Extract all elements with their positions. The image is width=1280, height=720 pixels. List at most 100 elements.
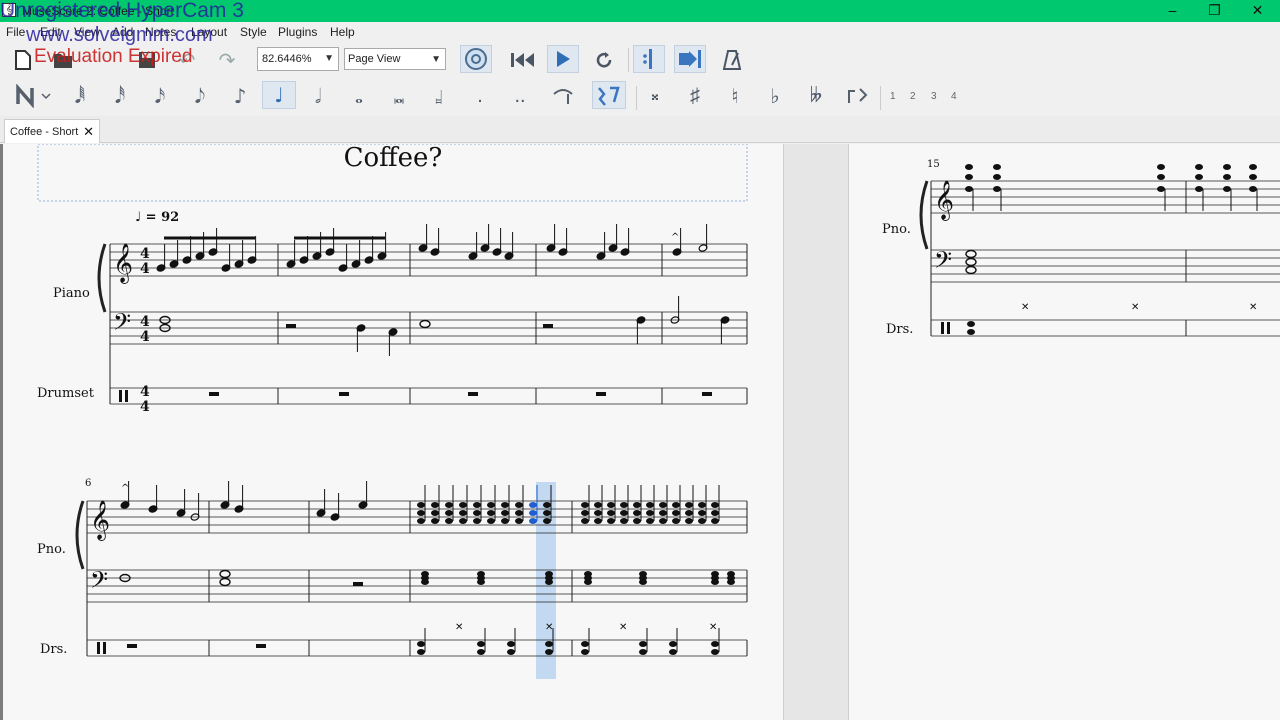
menu-plugins[interactable]: Plugins	[278, 25, 317, 39]
notehead	[965, 257, 977, 267]
chord-notehead	[487, 510, 495, 516]
time-signature-bottom: 4	[140, 329, 150, 345]
rest-icon[interactable]	[592, 81, 626, 109]
score-tab-bar: Coffee - Short ✕	[0, 116, 1280, 143]
chord-notehead	[515, 510, 523, 516]
menu-layout[interactable]: Layout	[191, 25, 227, 39]
chord-notehead	[545, 579, 553, 585]
chord-notehead	[607, 510, 615, 516]
duration-breve-icon[interactable]: 𝅜	[386, 82, 412, 110]
duration-eighth-icon[interactable]: 𝅘𝅥𝅮	[188, 82, 212, 110]
flat-icon[interactable]: ♭	[762, 82, 788, 110]
chord-notehead	[965, 164, 973, 170]
chevron-down-icon: ▼	[431, 54, 441, 65]
measure-rest	[468, 392, 478, 396]
tie-icon[interactable]	[550, 82, 576, 110]
chord-notehead	[607, 502, 615, 508]
sharp-icon[interactable]: ♯	[682, 82, 708, 110]
metronome-icon[interactable]	[718, 46, 746, 74]
loop-icon[interactable]	[590, 46, 618, 74]
zoom-select[interactable]: 82.6446% ▼	[257, 47, 339, 71]
duration-32nd-icon[interactable]: 𝅘𝅥𝅰	[108, 82, 132, 110]
play-button[interactable]	[547, 45, 579, 73]
mixer-icon[interactable]	[460, 45, 492, 73]
bass-clef: 𝄢	[113, 308, 131, 341]
double-flat-icon[interactable]: 𝄫	[802, 82, 830, 110]
instrument-short-piano: Pno.	[37, 542, 66, 557]
measure-rest	[353, 582, 363, 586]
duration-whole-icon[interactable]: 𝅝	[346, 82, 372, 110]
chord-notehead	[993, 186, 1001, 192]
measure-rest	[209, 392, 219, 396]
notehead	[419, 319, 431, 329]
voice-1-button[interactable]: 1	[890, 91, 896, 102]
score-page-1[interactable]: Coffee? ♩ = 92 Piano Drumset 𝄞 𝄢 4 4 4 4 4 4 ^ 6…	[3, 143, 783, 720]
close-tab-icon[interactable]: ✕	[83, 124, 94, 140]
tab-coffee-short[interactable]: Coffee - Short ✕	[4, 119, 100, 143]
new-file-icon[interactable]	[10, 46, 36, 74]
menu-edit[interactable]: Edit	[40, 25, 61, 39]
bass-clef: 𝄢	[90, 566, 108, 599]
undo-icon[interactable]: ↶	[174, 46, 200, 74]
chord-notehead	[581, 510, 589, 516]
voice-4-button[interactable]: 4	[951, 91, 957, 102]
drum-notehead	[639, 649, 647, 655]
drum-notehead	[639, 641, 647, 647]
duration-64th-icon[interactable]: 𝅘𝅥𝅱	[68, 82, 92, 110]
system-1: 𝄞𝄢444444^	[97, 224, 748, 415]
pan-score-icon[interactable]	[674, 45, 706, 73]
treble-clef: 𝄞	[113, 243, 133, 284]
chord-notehead	[501, 518, 509, 524]
voice-2-button[interactable]: 2	[910, 91, 916, 102]
duration-eighth-alt-icon[interactable]: ♪	[228, 82, 252, 110]
chord-notehead	[633, 510, 641, 516]
chord-notehead	[1223, 164, 1231, 170]
save-file-icon[interactable]	[134, 46, 160, 74]
menu-add[interactable]: Add	[112, 25, 133, 39]
menu-file[interactable]: File	[6, 25, 25, 39]
restore-button[interactable]: ❐	[1192, 0, 1237, 22]
voice-3-button[interactable]: 3	[931, 91, 937, 102]
score-page-2[interactable]: 15 Pno. Drs. 𝄞 𝄢 ✕ ✕ ✕	[849, 144, 1280, 720]
chord-notehead	[529, 510, 537, 516]
chord-notehead	[445, 518, 453, 524]
chord-notehead	[672, 510, 680, 516]
cymbal-notehead: ✕	[455, 622, 463, 633]
minimize-button[interactable]: –	[1150, 0, 1195, 22]
percussion-clef	[119, 390, 122, 402]
time-signature-bottom: 4	[140, 261, 150, 277]
duration-quarter-icon[interactable]: ♩	[262, 81, 296, 109]
time-signature-top: 4	[140, 384, 150, 400]
menu-view[interactable]: View	[74, 25, 100, 39]
duration-half-icon[interactable]: 𝅗𝅥	[306, 82, 330, 110]
redo-icon[interactable]: ↷	[214, 46, 240, 74]
view-mode-select[interactable]: Page View ▼	[344, 48, 446, 70]
chord-notehead	[685, 502, 693, 508]
chord-notehead	[1157, 174, 1165, 180]
menu-help[interactable]: Help	[330, 25, 355, 39]
double-dot-icon[interactable]: ..	[508, 82, 532, 110]
notehead	[219, 577, 231, 587]
tempo-marking: ♩ = 92	[135, 210, 179, 225]
open-file-icon[interactable]	[50, 46, 76, 74]
flip-direction-icon[interactable]	[844, 82, 872, 110]
chord-notehead	[459, 510, 467, 516]
chord-notehead	[487, 502, 495, 508]
measure-rest	[286, 324, 296, 328]
percussion-clef	[103, 642, 106, 654]
note-input-mode-icon[interactable]	[12, 82, 56, 110]
menu-notes[interactable]: Notes	[145, 25, 176, 39]
repeat-playback-icon[interactable]	[633, 45, 665, 73]
menu-bar: File Edit View Add Notes Layout Style Pl…	[0, 22, 1280, 42]
measure-number: 6	[85, 478, 91, 489]
double-sharp-icon[interactable]: 𝄪	[642, 82, 668, 110]
close-window-button[interactable]: ✕	[1235, 0, 1280, 22]
duration-16th-icon[interactable]: 𝅘𝅥𝅯	[148, 82, 172, 110]
rewind-icon[interactable]	[508, 46, 538, 74]
menu-style[interactable]: Style	[240, 25, 267, 39]
augmentation-dot-icon[interactable]: .	[468, 82, 492, 110]
duration-longa-icon[interactable]: 𝆷	[426, 82, 452, 110]
cymbal-notehead: ✕	[1249, 302, 1257, 313]
score-canvas[interactable]: Coffee? ♩ = 92 Piano Drumset 𝄞 𝄢 4 4 4 4 4 4 ^ 6…	[0, 143, 1280, 720]
natural-icon[interactable]: ♮	[722, 82, 748, 110]
